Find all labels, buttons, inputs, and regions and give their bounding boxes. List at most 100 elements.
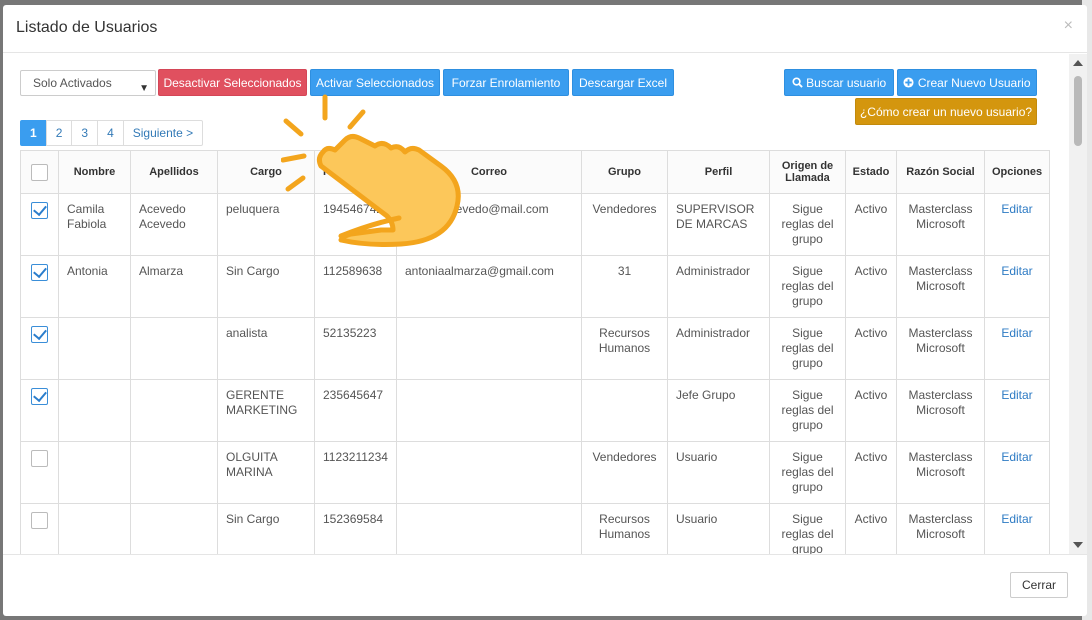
col-header-razon-social[interactable]: Razón Social bbox=[896, 150, 985, 194]
cell-razon-social: Masterclass Microsoft bbox=[896, 379, 985, 442]
row-select-checkbox[interactable] bbox=[31, 512, 48, 529]
cell-id: 52135223 bbox=[314, 317, 397, 380]
cell-correo bbox=[396, 379, 582, 442]
status-filter-select[interactable]: Solo Activados ▼ bbox=[20, 70, 156, 96]
how-to-create-user-button[interactable]: ¿Cómo crear un nuevo usuario? bbox=[855, 98, 1037, 125]
cell-opciones: Editar bbox=[984, 193, 1050, 256]
page-link-3[interactable]: 3 bbox=[71, 120, 99, 146]
table-header-row: Nombre Apellidos Cargo I Correo Grupo Pe… bbox=[20, 150, 1050, 194]
edit-user-link[interactable]: Editar bbox=[1001, 202, 1032, 216]
page-link-1[interactable]: 1 bbox=[20, 120, 47, 146]
cell-grupo: Recursos Humanos bbox=[581, 503, 668, 554]
cell-estado: Activo bbox=[845, 193, 897, 256]
cell-grupo: Vendedores bbox=[581, 441, 668, 504]
row-select-checkbox[interactable] bbox=[31, 450, 48, 467]
cell-id: 112589638 bbox=[314, 255, 397, 318]
search-user-label: Buscar usuario bbox=[806, 76, 887, 90]
cell-perfil: SUPERVISOR DE MARCAS bbox=[667, 193, 770, 256]
cell-opciones: Editar bbox=[984, 503, 1050, 554]
scroll-thumb[interactable] bbox=[1074, 76, 1082, 146]
col-header-apellidos[interactable]: Apellidos bbox=[130, 150, 218, 194]
cell-apellidos bbox=[130, 441, 218, 504]
edit-user-link[interactable]: Editar bbox=[1001, 512, 1032, 526]
cell-cargo: Sin Cargo bbox=[217, 503, 315, 554]
cell-grupo bbox=[581, 379, 668, 442]
col-header-origen[interactable]: Origen de Llamada bbox=[769, 150, 846, 194]
cell-origen: Sigue reglas del grupo bbox=[769, 503, 846, 554]
close-button[interactable]: Cerrar bbox=[1009, 572, 1068, 598]
cell-estado: Activo bbox=[845, 255, 897, 318]
status-filter-value: Solo Activados bbox=[33, 76, 112, 90]
col-header-id[interactable]: I bbox=[314, 150, 397, 194]
pagination: 1 2 3 4 Siguiente > bbox=[20, 120, 204, 146]
edit-user-link[interactable]: Editar bbox=[1001, 388, 1032, 402]
cell-correo: antoniaalmarza@gmail.com bbox=[396, 255, 582, 318]
row-select-checkbox[interactable] bbox=[31, 326, 48, 343]
cell-estado: Activo bbox=[845, 503, 897, 554]
activate-selected-button[interactable]: Activar Seleccionados bbox=[310, 69, 440, 96]
download-excel-button[interactable]: Descargar Excel bbox=[572, 69, 674, 96]
cell-razon-social: Masterclass Microsoft bbox=[896, 255, 985, 318]
create-user-button[interactable]: Crear Nuevo Usuario bbox=[897, 69, 1037, 96]
cell-razon-social: Masterclass Microsoft bbox=[896, 441, 985, 504]
col-header-opciones: Opciones bbox=[984, 150, 1050, 194]
row-select-cell bbox=[20, 379, 59, 442]
cell-id: 235645647 bbox=[314, 379, 397, 442]
cell-grupo: Vendedores bbox=[581, 193, 668, 256]
table-row: OLGUITA MARINA 1123211234 Vendedores Usuari… bbox=[20, 441, 1050, 504]
cell-cargo: peluquera bbox=[217, 193, 315, 256]
row-select-cell bbox=[20, 317, 59, 380]
cell-origen: Sigue reglas del grupo bbox=[769, 317, 846, 380]
create-user-label: Crear Nuevo Usuario bbox=[917, 76, 1031, 90]
deactivate-selected-button[interactable]: Desactivar Seleccionados bbox=[158, 69, 307, 96]
cell-id: 1123211234 bbox=[314, 441, 397, 504]
modal-title: Listado de Usuarios bbox=[16, 19, 158, 36]
scroll-up-arrow[interactable] bbox=[1073, 60, 1083, 66]
cell-correo bbox=[396, 503, 582, 554]
next-page-link[interactable]: Siguiente > bbox=[122, 120, 204, 146]
col-header-correo[interactable]: Correo bbox=[396, 150, 582, 194]
cell-cargo: analista bbox=[217, 317, 315, 380]
table-row: Antonia Almarza Sin Cargo 112589638 antoniaa… bbox=[20, 255, 1050, 318]
cell-nombre bbox=[58, 317, 131, 380]
cell-nombre: Antonia bbox=[58, 255, 131, 318]
row-select-cell bbox=[20, 441, 59, 504]
cell-grupo: Recursos Humanos bbox=[581, 317, 668, 380]
cell-origen: Sigue reglas del grupo bbox=[769, 379, 846, 442]
modal-footer: Cerrar bbox=[3, 554, 1087, 616]
cell-estado: Activo bbox=[845, 379, 897, 442]
edit-user-link[interactable]: Editar bbox=[1001, 326, 1032, 340]
cell-origen: Sigue reglas del grupo bbox=[769, 255, 846, 318]
cell-opciones: Editar bbox=[984, 255, 1050, 318]
row-select-checkbox[interactable] bbox=[31, 264, 48, 281]
row-select-checkbox[interactable] bbox=[31, 388, 48, 405]
cell-opciones: Editar bbox=[984, 317, 1050, 380]
cell-correo bbox=[396, 317, 582, 380]
select-all-checkbox[interactable] bbox=[31, 163, 48, 181]
cell-nombre bbox=[58, 503, 131, 554]
page-link-2[interactable]: 2 bbox=[45, 120, 73, 146]
chevron-down-icon: ▼ bbox=[139, 83, 149, 94]
row-select-checkbox[interactable] bbox=[31, 202, 48, 219]
close-icon[interactable]: × bbox=[1064, 17, 1073, 35]
modal-scrollbar[interactable] bbox=[1069, 54, 1087, 554]
cell-perfil: Jefe Grupo bbox=[667, 379, 770, 442]
cell-nombre: Camila Fabiola bbox=[58, 193, 131, 256]
col-header-grupo[interactable]: Grupo bbox=[581, 150, 668, 194]
users-table: Nombre Apellidos Cargo I Correo Grupo Pe… bbox=[20, 150, 1050, 554]
search-icon bbox=[792, 77, 803, 88]
force-enroll-button[interactable]: Forzar Enrolamiento bbox=[443, 69, 569, 96]
col-header-perfil[interactable]: Perfil bbox=[667, 150, 770, 194]
cell-correo: camila.acevedo@mail.com bbox=[396, 193, 582, 256]
scroll-down-arrow[interactable] bbox=[1073, 542, 1083, 548]
col-header-nombre[interactable]: Nombre bbox=[58, 150, 131, 194]
cell-cargo: OLGUITA MARINA bbox=[217, 441, 315, 504]
col-header-cargo[interactable]: Cargo bbox=[217, 150, 315, 194]
col-header-estado[interactable]: Estado bbox=[845, 150, 897, 194]
page-link-4[interactable]: 4 bbox=[97, 120, 124, 146]
cell-opciones: Editar bbox=[984, 379, 1050, 442]
cell-apellidos bbox=[130, 503, 218, 554]
edit-user-link[interactable]: Editar bbox=[1001, 264, 1032, 278]
edit-user-link[interactable]: Editar bbox=[1001, 450, 1032, 464]
search-user-button[interactable]: Buscar usuario bbox=[784, 69, 894, 96]
